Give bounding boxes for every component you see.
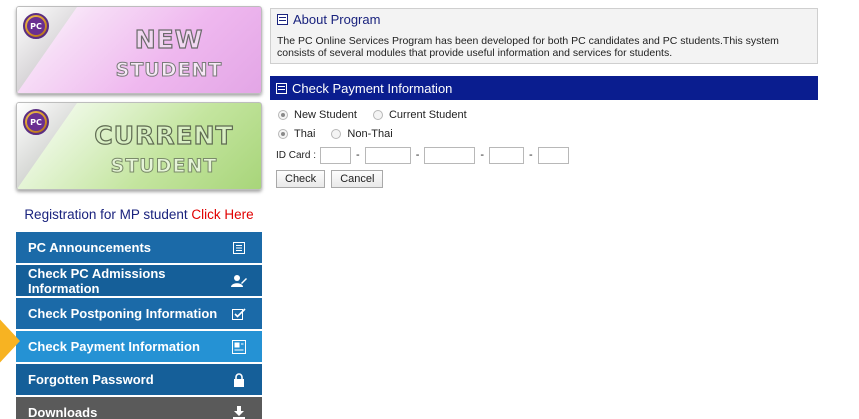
id-card-row: ID Card : - - - - [276,145,812,165]
current-banner-line2: STUDENT [110,155,218,178]
thai-radio[interactable] [278,129,288,139]
id-card-field-3[interactable] [424,146,476,164]
download-icon [230,404,248,419]
non-thai-radio[interactable] [331,129,342,139]
side-menu: PC Announcements Check PC Admissions Inf… [16,232,262,419]
current-student-radio[interactable] [372,110,383,120]
lock-icon [230,371,248,389]
payment-panel-header: Check Payment Information [270,76,818,100]
new-banner-line2: STUDENT [115,59,223,82]
about-program-panel: About Program The PC Online Services Pro… [270,8,818,64]
current-banner-line1: CURRENT [94,120,234,150]
payment-form: New Student Current Student Thai Non-Tha… [270,100,818,194]
page: PC NEW STUDENT PC CURRENT STUDENT Regist… [0,0,859,419]
menu-item-label: PC Announcements [28,240,152,255]
pc-logo: PC [23,109,49,135]
menu-item-label: Forgotten Password [28,372,154,387]
current-student-label: Current Student [388,109,467,121]
mp-registration: Registration for MP student Click Here [16,207,262,222]
check-button[interactable]: Check [276,170,326,188]
card-icon [230,338,248,356]
id-separator: - [356,149,360,161]
id-card-field-2[interactable] [364,146,411,164]
current-student-banner[interactable]: PC CURRENT STUDENT [16,102,262,190]
menu-item-check-admissions[interactable]: Check PC Admissions Information [16,265,262,296]
thai-label: Thai [294,128,316,140]
id-card-label: ID Card : [276,149,317,161]
new-banner-line1: NEW [134,24,204,54]
new-student-radio[interactable] [278,110,288,120]
left-column: PC NEW STUDENT PC CURRENT STUDENT Regist… [16,6,262,419]
id-card-field-4[interactable] [489,146,525,164]
new-student-label: New Student [294,109,357,121]
menu-item-label: Check Postponing Information [28,306,218,321]
about-title-text: About Program [293,12,381,27]
user-edit-icon [231,272,248,290]
menu-item-forgotten-password[interactable]: Forgotten Password [16,364,262,395]
document-icon [277,14,288,25]
about-title: About Program [277,12,811,27]
id-separator: - [529,149,533,161]
pc-logo-text: PC [27,17,45,35]
non-thai-label: Non-Thai [347,128,393,140]
menu-item-downloads[interactable]: Downloads [16,397,262,419]
id-separator: - [480,149,485,161]
right-column: About Program The PC Online Services Pro… [270,8,818,194]
menu-item-pc-announcements[interactable]: PC Announcements [16,232,262,263]
nationality-row: Thai Non-Thai [276,125,812,143]
menu-item-label: Downloads [28,405,98,419]
id-separator: - [415,149,420,161]
pc-logo-text: PC [27,113,45,131]
new-student-banner[interactable]: PC NEW STUDENT [16,6,262,94]
about-text: The PC Online Services Program has been … [277,35,779,59]
payment-title: Check Payment Information [292,80,453,96]
list-icon [230,239,248,257]
mp-registration-link[interactable]: Click Here [191,207,253,222]
student-type-row: New Student Current Student [276,106,812,124]
pc-logo: PC [23,13,49,39]
cancel-button[interactable]: Cancel [331,170,384,188]
document-icon [276,82,287,94]
id-card-field-1[interactable] [320,146,352,164]
menu-item-check-payment[interactable]: Check Payment Information [16,331,262,362]
checkbox-edit-icon [230,305,248,323]
menu-item-label: Check Payment Information [28,339,200,354]
mp-registration-text: Registration for MP student [24,207,192,222]
form-buttons: Check Cancel [276,170,812,188]
menu-item-label: Check PC Admissions Information [28,265,166,296]
active-item-arrow [0,313,20,369]
id-card-field-5[interactable] [537,146,569,164]
menu-item-check-postponing[interactable]: Check Postponing Information [16,298,262,329]
